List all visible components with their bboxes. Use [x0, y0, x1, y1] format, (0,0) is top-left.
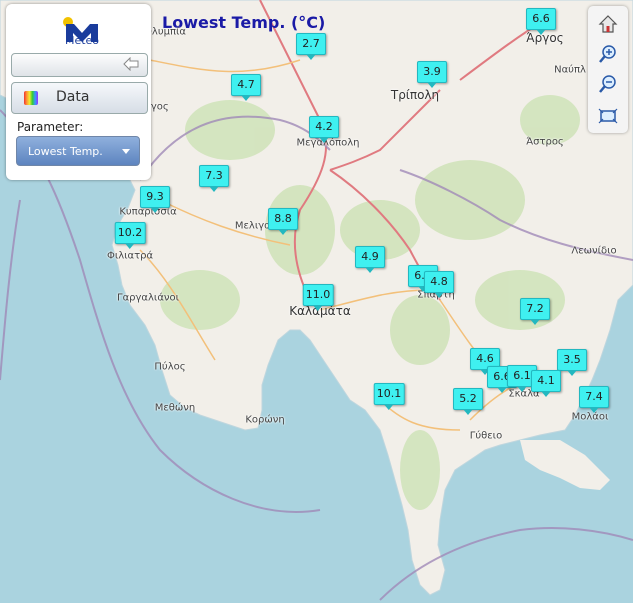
station-marker[interactable]: 7.4 — [579, 386, 609, 413]
place-label: Ναύπλ — [554, 64, 586, 76]
map-toolbar — [588, 6, 628, 133]
home-button[interactable] — [594, 12, 622, 36]
parameter-label: Parameter: — [17, 120, 84, 134]
map-title: Lowest Temp. (°C) — [162, 13, 326, 32]
time-slider[interactable] — [11, 53, 148, 77]
zoom-out-icon — [599, 75, 616, 93]
logo-text: Meteo — [64, 34, 100, 47]
station-marker[interactable]: 11.0 — [302, 284, 334, 311]
parameter-select-value: Lowest Temp. — [28, 145, 103, 158]
station-marker[interactable]: 2.7 — [296, 33, 326, 60]
station-marker[interactable]: 3.5 — [557, 349, 587, 376]
station-marker[interactable]: 4.9 — [355, 246, 385, 273]
place-label: Άστρος — [526, 136, 564, 148]
station-marker[interactable]: 5.2 — [453, 388, 483, 415]
station-marker[interactable]: 4.1 — [531, 370, 561, 397]
arrow-left-icon[interactable] — [123, 57, 139, 71]
full-extent-button[interactable] — [594, 104, 622, 128]
place-label: Πύλος — [154, 361, 186, 373]
place-label: Φιλιατρά — [106, 250, 154, 262]
control-panel: Meteo Data Parameter: Lowest Temp. — [6, 4, 151, 180]
place-label: Γύθειο — [469, 430, 503, 442]
station-marker[interactable]: 4.7 — [231, 74, 261, 101]
place-label: Μολάοι — [571, 411, 609, 423]
place-label: Μεθώνη — [154, 402, 196, 414]
station-marker[interactable]: 8.8 — [268, 208, 298, 235]
full-extent-icon — [598, 108, 618, 124]
place-label: Λεωνίδιο — [571, 245, 617, 257]
station-marker[interactable]: 4.2 — [309, 116, 339, 143]
station-marker[interactable]: 10.1 — [373, 383, 405, 410]
data-button-label: Data — [56, 89, 90, 105]
place-label: Τρίπολη — [390, 88, 440, 102]
zoom-out-button[interactable] — [594, 72, 622, 96]
station-marker[interactable]: 6.6 — [526, 8, 556, 35]
home-icon — [598, 15, 618, 33]
station-marker[interactable]: 7.3 — [199, 165, 229, 192]
station-marker[interactable]: 3.9 — [417, 61, 447, 88]
station-marker[interactable]: 10.2 — [114, 222, 146, 249]
place-label: Κυπαρισσία — [119, 206, 177, 218]
zoom-in-icon — [599, 45, 616, 63]
place-label: Κορώνη — [245, 414, 285, 426]
zoom-in-button[interactable] — [594, 42, 622, 66]
station-marker[interactable]: 7.2 — [520, 298, 550, 325]
place-label: Γαργαλιάνοι — [116, 292, 180, 304]
station-marker[interactable]: 4.8 — [424, 271, 454, 298]
station-marker[interactable]: 9.3 — [140, 186, 170, 213]
parameter-select[interactable]: Lowest Temp. — [16, 136, 140, 166]
chevron-down-icon — [122, 149, 130, 154]
data-button[interactable]: Data — [11, 82, 148, 114]
palette-icon — [24, 91, 38, 105]
